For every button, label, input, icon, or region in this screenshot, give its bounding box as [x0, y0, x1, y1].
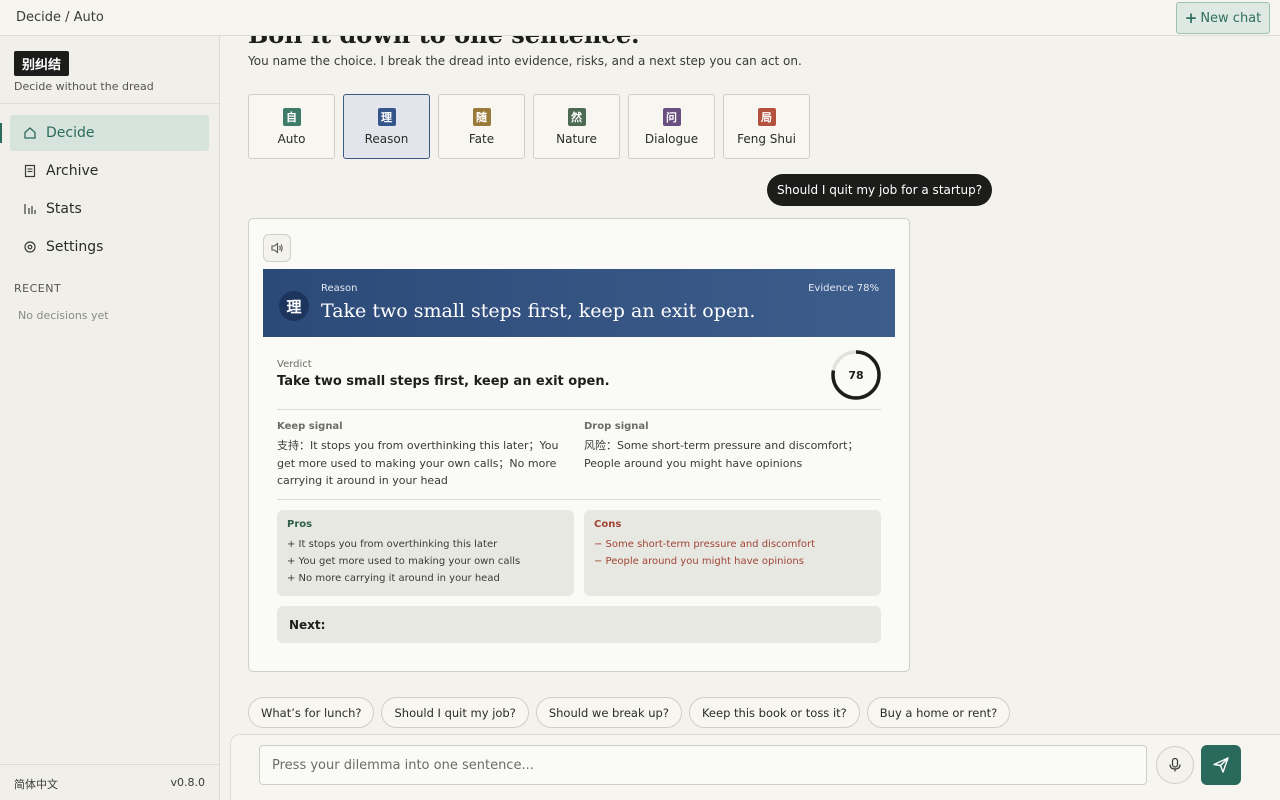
evidence-badge: Evidence 78%	[808, 283, 879, 294]
read-aloud-button[interactable]	[263, 234, 291, 262]
decision-result-card: 理 Reason Take two small steps first, kee…	[248, 218, 910, 672]
pros-item: + No more carrying it around in your hea…	[287, 573, 500, 584]
speaker-icon	[271, 242, 283, 254]
cons-title: Cons	[594, 519, 622, 530]
send-icon	[1213, 757, 1229, 773]
mode-selector: 自 Auto 理 Reason 随 Fate 然 Nature 问 Dialog…	[248, 94, 810, 159]
send-button[interactable]	[1201, 745, 1241, 785]
result-headline: Take two small steps first, keep an exit…	[321, 300, 756, 322]
app-version: v0.8.0	[170, 776, 206, 789]
composer	[230, 734, 1280, 800]
mode-fate[interactable]: 随 Fate	[438, 94, 525, 159]
result-banner: 理 Reason Take two small steps first, kee…	[263, 269, 895, 337]
drop-signal-label: Drop signal	[584, 421, 649, 432]
mode-label: Feng Shui	[737, 131, 796, 146]
nature-glyph-icon: 然	[567, 107, 586, 126]
sidebar-item-stats[interactable]: Stats	[10, 191, 209, 227]
mode-dialogue[interactable]: 问 Dialogue	[628, 94, 715, 159]
brand-tagline: Decide without the dread	[14, 80, 154, 93]
mode-label: Fate	[468, 131, 495, 146]
voice-input-button[interactable]	[1156, 746, 1194, 784]
sidebar-item-label: Archive	[46, 163, 99, 179]
evidence-score: 78	[848, 368, 864, 382]
drop-signal-text: 风险：Some short-term pressure and discomfo…	[584, 439, 859, 470]
plus-icon: +	[1184, 9, 1198, 27]
suggestion-chip[interactable]: What’s for lunch?	[248, 697, 375, 728]
keep-signal-label: Keep signal	[277, 421, 343, 432]
pros-item: + You get more used to making your own c…	[287, 556, 521, 567]
feng-shui-glyph-icon: 局	[757, 107, 776, 126]
cons-item: − People around you might have opinions	[594, 556, 804, 567]
user-message-bubble: Should I quit my job for a startup?	[767, 174, 993, 206]
sidebar-divider	[0, 103, 219, 104]
suggestion-chips: What’s for lunch? Should I quit my job? …	[248, 697, 1011, 728]
mode-label: Nature	[556, 131, 597, 146]
pros-panel: Pros + It stops you from overthinking th…	[277, 510, 574, 596]
microphone-icon	[1169, 757, 1181, 772]
page-title: Boil it down to one sentence.	[248, 36, 640, 49]
mode-nature[interactable]: 然 Nature	[533, 94, 620, 159]
next-step-panel: Next:	[277, 606, 881, 643]
main-panel: Boil it down to one sentence. You name t…	[220, 36, 1280, 800]
keep-signal-text: 支持：It stops you from overthinking this l…	[277, 439, 559, 487]
divider	[277, 409, 881, 410]
verdict-text: Take two small steps first, keep an exit…	[277, 374, 610, 389]
language-switcher[interactable]: 简体中文	[14, 776, 58, 792]
reason-seal-icon: 理	[279, 291, 309, 321]
page-subtitle: You name the choice. I break the dread i…	[248, 54, 802, 68]
stats-icon	[22, 201, 38, 217]
new-chat-label: New chat	[1200, 10, 1262, 26]
sidebar-footer-divider	[0, 764, 219, 765]
recent-heading: RECENT	[14, 282, 62, 295]
sidebar-item-settings[interactable]: Settings	[10, 229, 209, 265]
mode-reason[interactable]: 理 Reason	[343, 94, 430, 159]
sidebar-item-label: Decide	[46, 125, 95, 141]
top-bar: Decide / Auto + New chat	[0, 0, 1280, 36]
sidebar-item-archive[interactable]: Archive	[10, 153, 209, 189]
pros-item: + It stops you from overthinking this la…	[287, 539, 498, 550]
new-chat-button[interactable]: + New chat	[1176, 2, 1270, 34]
auto-glyph-icon: 自	[282, 107, 301, 126]
suggestion-chip[interactable]: Should we break up?	[535, 697, 682, 728]
verdict-label: Verdict	[277, 359, 312, 370]
reason-glyph-icon: 理	[377, 107, 396, 126]
cons-item: − Some short-term pressure and discomfor…	[594, 539, 816, 550]
mode-auto[interactable]: 自 Auto	[248, 94, 335, 159]
result-mode-label: Reason	[321, 283, 358, 294]
sidebar: 别纠结 Decide without the dread Decide Arch…	[0, 36, 220, 800]
pros-title: Pros	[287, 519, 313, 530]
suggestion-chip[interactable]: Buy a home or rent?	[866, 697, 1011, 728]
suggestion-chip[interactable]: Keep this book or toss it?	[688, 697, 860, 728]
dialogue-glyph-icon: 问	[662, 107, 681, 126]
mode-label: Dialogue	[644, 131, 699, 146]
sidebar-item-decide[interactable]: Decide	[0, 115, 209, 151]
gear-icon	[22, 239, 38, 255]
mode-label: Auto	[277, 131, 306, 146]
divider	[277, 499, 881, 500]
mode-label: Reason	[364, 131, 409, 146]
breadcrumb: Decide / Auto	[16, 10, 104, 25]
suggestion-chip[interactable]: Should I quit my job?	[381, 697, 529, 728]
cons-panel: Cons − Some short-term pressure and disc…	[584, 510, 881, 596]
fate-glyph-icon: 随	[472, 107, 491, 126]
brand-logo[interactable]: 别纠结	[14, 51, 70, 76]
home-icon	[22, 125, 38, 141]
recent-empty-text: No decisions yet	[18, 309, 109, 322]
sidebar-item-label: Settings	[46, 239, 104, 255]
sidebar-item-label: Stats	[46, 201, 82, 217]
archive-icon	[22, 163, 38, 179]
dilemma-input[interactable]	[259, 745, 1147, 785]
mode-feng-shui[interactable]: 局 Feng Shui	[723, 94, 810, 159]
